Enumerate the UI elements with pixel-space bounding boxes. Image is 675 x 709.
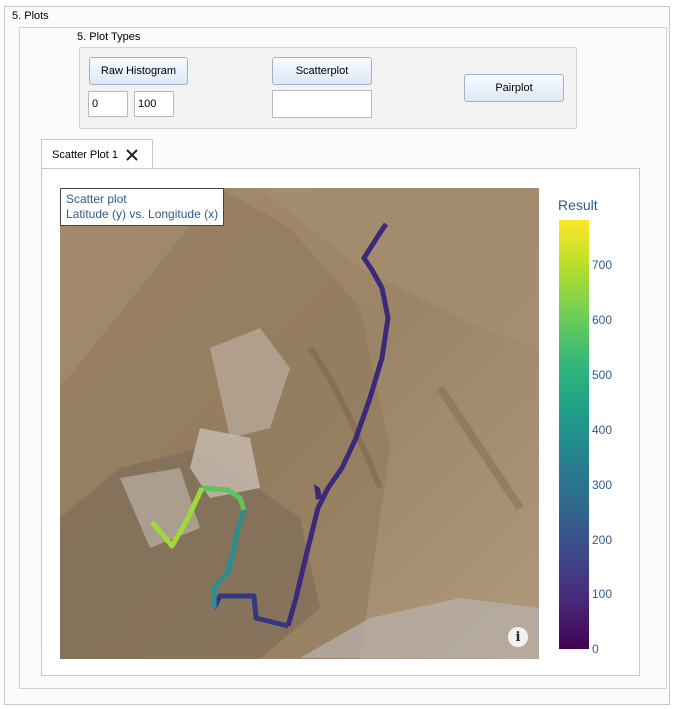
plot-legend-subtitle: Latitude (y) vs. Longitude (x) — [66, 207, 219, 221]
plot-legend-title: Scatter plot — [66, 192, 127, 206]
colorbar-tick-600: 600 — [592, 313, 613, 327]
raw-histogram-button[interactable]: Raw Histogram — [89, 57, 188, 85]
colorbar-title: Result — [558, 197, 598, 213]
info-icon[interactable]: i — [508, 627, 528, 647]
tab-label: Scatter Plot 1 — [52, 148, 119, 161]
close-tab-icon[interactable] — [126, 148, 138, 161]
tab-scatter-plot-1[interactable]: Scatter Plot 1 — [41, 139, 153, 169]
colorbar-tick-400: 400 — [592, 423, 613, 437]
colorbar-tick-700: 700 — [592, 258, 613, 272]
plot-types-title: 5. Plot Types — [77, 31, 141, 43]
colorbar-tick-500: 500 — [592, 368, 613, 382]
histogram-range-max-input[interactable]: 100 — [134, 91, 174, 117]
colorbar-tick-100: 100 — [592, 587, 613, 601]
colorbar — [559, 220, 589, 649]
colorbar-tick-300: 300 — [592, 478, 613, 492]
scatterplot-input[interactable] — [272, 90, 372, 118]
colorbar-tick-200: 200 — [592, 533, 613, 547]
histogram-range-min-input[interactable]: 0 — [88, 91, 128, 117]
plots-group-title: 5. Plots — [12, 10, 49, 22]
scatterplot-button[interactable]: Scatterplot — [272, 57, 372, 85]
pairplot-button[interactable]: Pairplot — [464, 74, 564, 102]
satellite-map[interactable] — [60, 188, 539, 659]
colorbar-tick-0: 0 — [592, 642, 599, 656]
plot-legend-box: Scatter plot Latitude (y) vs. Longitude … — [60, 188, 225, 226]
